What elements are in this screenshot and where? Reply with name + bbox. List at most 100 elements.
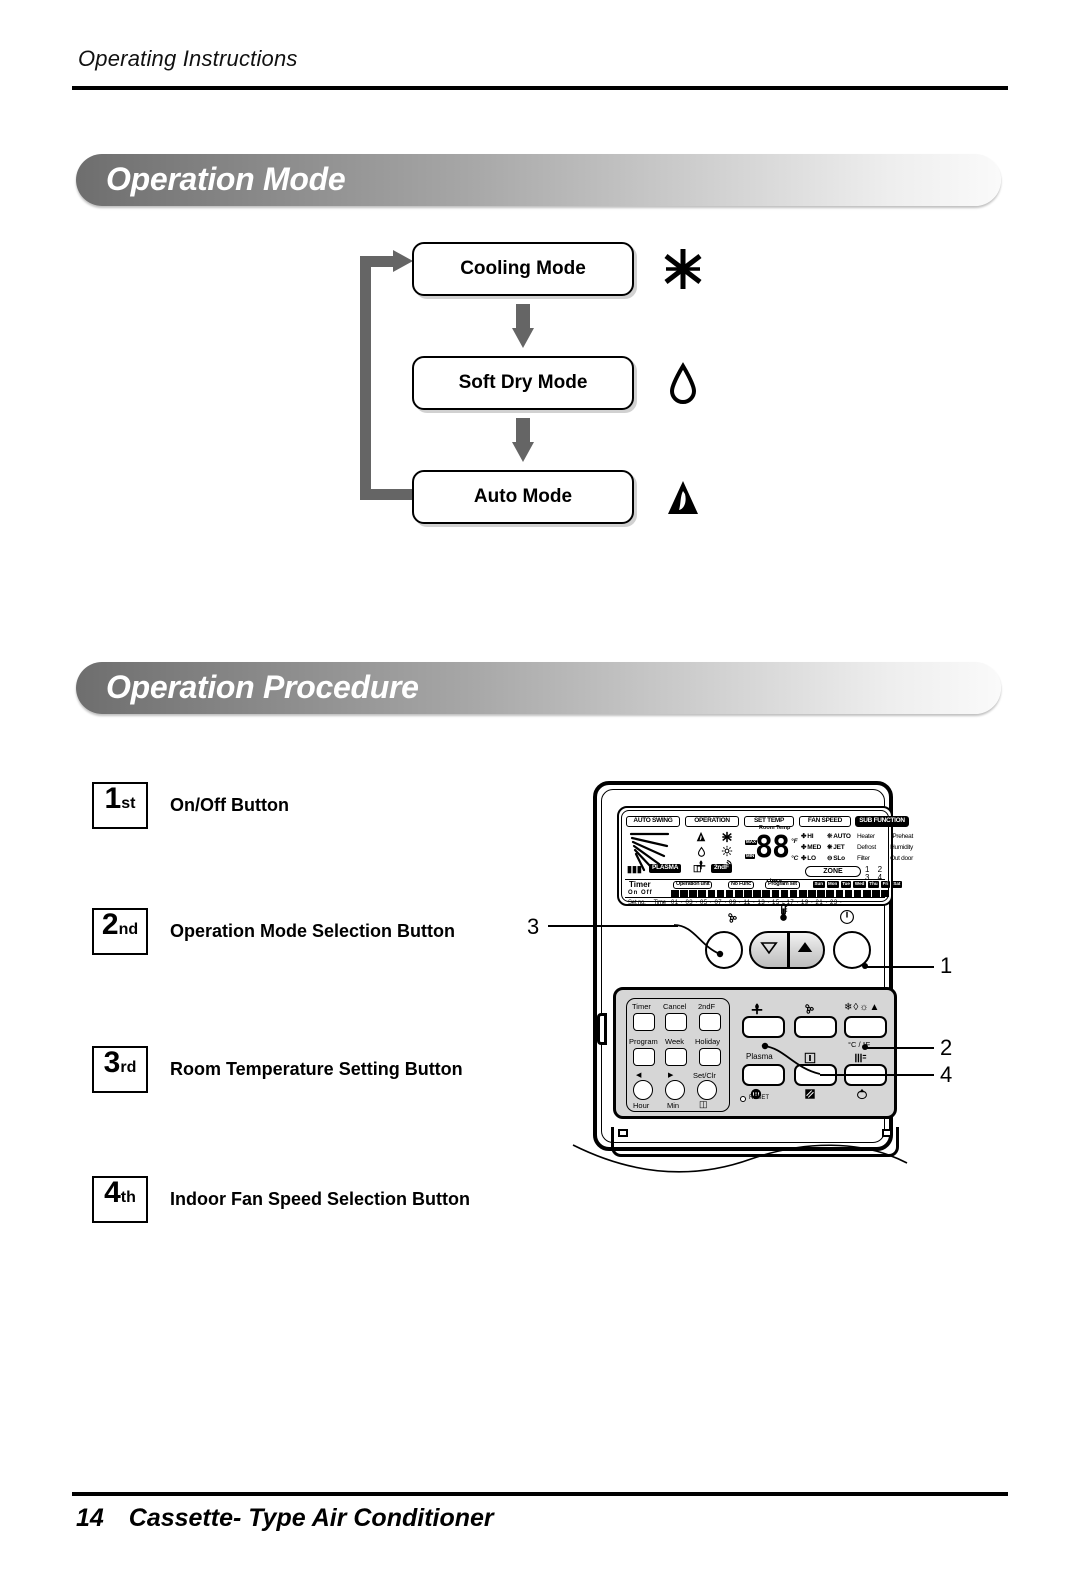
fan-speed-slo: SLo xyxy=(833,855,845,863)
mode-box-label: Cooling Mode xyxy=(460,258,586,279)
step-ordinal-box: 1 st xyxy=(92,782,148,829)
subfunc-filter: Filter xyxy=(857,855,870,863)
auto-mode-icon xyxy=(690,830,712,844)
fan-icon: ✤ xyxy=(801,844,807,852)
section-banner-operation-procedure: Operation Procedure xyxy=(76,662,1001,714)
key-cancel[interactable] xyxy=(665,1013,687,1031)
sun-heating-icon xyxy=(716,844,738,858)
remote-body: AUTO SWING OPERATION SET TEMP FAN SPEED … xyxy=(593,781,913,1157)
key-holiday[interactable] xyxy=(699,1048,721,1066)
lcd-set-no-row: Set no. Time 01 · 03 · 05 · 07 · 09 · 11… xyxy=(625,897,885,907)
lcd-timer-onoff: On Off xyxy=(628,890,653,896)
operation-mode-selection-button[interactable] xyxy=(844,1016,887,1038)
lcd-pill-program-set: Program set xyxy=(765,881,800,889)
fan-icon: ❊ xyxy=(827,833,833,841)
lcd-fan-speed-grid: ✤ HI ❊ AUTO ✤ MED ❋ JET ✤ LO ⊖ SLo xyxy=(801,832,853,865)
snowflake-icon xyxy=(716,830,738,844)
step-label: On/Off Button xyxy=(170,795,289,815)
step-ordinal-suffix: nd xyxy=(118,921,139,938)
lcd-display: AUTO SWING OPERATION SET TEMP FAN SPEED … xyxy=(617,806,913,907)
keypad-timer-group: Timer Cancel 2ndF Program Week Holiday ◀… xyxy=(626,998,730,1112)
key-hour[interactable] xyxy=(633,1080,653,1100)
lcd-pill-operation-unit: Operation unit xyxy=(673,881,713,889)
day-tag-sun: Sun xyxy=(813,881,825,888)
lcd-tag-fan-speed: FAN SPEED xyxy=(799,816,851,827)
key-label-hour: Hour xyxy=(633,1101,650,1110)
lcd-day-tags: Sun Mon Tue Wed Thu Fri Sat xyxy=(813,881,902,888)
step-ordinal-box: 2 nd xyxy=(92,908,148,955)
mode-box-label: Auto Mode xyxy=(473,486,573,507)
subfunc-preheat: Preheat xyxy=(892,833,913,841)
mode-box-auto: Auto Mode xyxy=(412,470,634,524)
procedure-step-4: 4 th Indoor Fan Speed Selection Button xyxy=(92,1176,470,1223)
lcd-2ndf-badge: 2ndF xyxy=(711,864,732,873)
label-reset: RESET xyxy=(749,1095,770,1101)
key-2ndf[interactable] xyxy=(699,1013,721,1031)
mode-icons-group: ❄◊☼▲ xyxy=(844,1002,881,1013)
day-tag-fri: Fri xyxy=(881,881,890,888)
fan-speed-auto: AUTO xyxy=(833,833,851,841)
subfunc-humidity: Humidity xyxy=(890,844,913,852)
callout-dot-1 xyxy=(862,963,868,969)
temperature-digits: 88 xyxy=(755,830,790,865)
lcd-time-axis-label: Time xyxy=(653,899,667,906)
step-ordinal-suffix: st xyxy=(121,795,136,812)
fan-icon: ✤ xyxy=(801,855,807,863)
key-label-program: Program xyxy=(629,1037,658,1046)
step-ordinal-number: 2 xyxy=(101,908,119,941)
footer-document-title: Cassette- Type Air Conditioner xyxy=(128,1504,494,1532)
lcd-plasma-badge: PLASMA xyxy=(649,864,682,873)
callout-label-1: 1 xyxy=(940,953,953,978)
arrow-right-icon: ▶ xyxy=(668,1072,674,1079)
unit-fahrenheit: °F xyxy=(791,838,798,845)
step-ordinal-suffix: th xyxy=(120,1189,136,1206)
day-tag-mon: Mon xyxy=(826,881,839,888)
page-footer: 14 Cassette- Type Air Conditioner xyxy=(76,1504,494,1533)
step-ordinal-number: 3 xyxy=(103,1046,121,1079)
reset-button[interactable] xyxy=(740,1096,746,1102)
section-banner-label: Operation Procedure xyxy=(106,668,419,705)
mode-box-soft-dry: Soft Dry Mode xyxy=(412,356,634,410)
filter-reset-icon xyxy=(804,1088,816,1103)
lcd-tag-operation: OPERATION xyxy=(685,816,739,827)
step-ordinal-number: 4 xyxy=(104,1176,121,1209)
lcd-set-no-label: Set no. xyxy=(628,899,646,906)
pill-divider xyxy=(787,933,790,967)
book-icon: ◫ xyxy=(693,863,702,873)
lcd-timer-section: Timer On Off Operation unit No Func Prog… xyxy=(625,879,902,897)
book-icon: ◫ xyxy=(699,1099,708,1109)
key-min[interactable] xyxy=(665,1080,685,1100)
callout-line-1 xyxy=(866,966,934,968)
subfunc-defrost: Defrost xyxy=(857,844,876,852)
step-ordinal-number: 1 xyxy=(104,782,122,815)
lcd-timer-bar xyxy=(671,890,889,897)
flow-arrow-down xyxy=(512,304,534,348)
remote-keypad-panel: Timer Cancel 2ndF Program Week Holiday ◀… xyxy=(613,987,897,1119)
key-label-2ndf: 2ndF xyxy=(698,1002,716,1011)
lcd-pill-no-func: No Func xyxy=(728,881,754,889)
step-label: Indoor Fan Speed Selection Button xyxy=(170,1189,471,1209)
key-timer[interactable] xyxy=(633,1013,655,1031)
jet-button[interactable] xyxy=(742,1016,785,1038)
key-label-min: Min xyxy=(667,1101,680,1110)
operation-mode-flow-diagram: Cooling Mode Soft Dry Mode Auto Mode xyxy=(360,236,720,532)
procedure-step-1: 1 st On/Off Button xyxy=(92,782,289,829)
mode-box-cooling: Cooling Mode xyxy=(412,242,634,296)
callout-line-2 xyxy=(866,1047,934,1049)
fan-speed-jet: JET xyxy=(833,844,845,852)
header-rule xyxy=(72,86,1008,90)
key-program[interactable] xyxy=(633,1048,655,1066)
day-tag-sat: Sat xyxy=(891,881,902,888)
filter-bars-icon: ▮▮▮ xyxy=(627,864,642,874)
temp-down-icon[interactable] xyxy=(760,940,778,960)
fan-icon: ✤ xyxy=(801,833,807,841)
temp-up-icon[interactable] xyxy=(796,940,814,960)
water-drop-icon xyxy=(690,844,712,858)
flow-arrow-down xyxy=(512,418,534,462)
lcd-tag-sub-function: SUB FUNCTION xyxy=(855,816,909,827)
indoor-fan-speed-selection-button[interactable] xyxy=(794,1016,837,1038)
footer-rule xyxy=(72,1492,1008,1496)
room-temperature-setting-button[interactable] xyxy=(749,931,825,969)
key-week[interactable] xyxy=(665,1048,687,1066)
key-set-clr[interactable] xyxy=(697,1080,717,1100)
